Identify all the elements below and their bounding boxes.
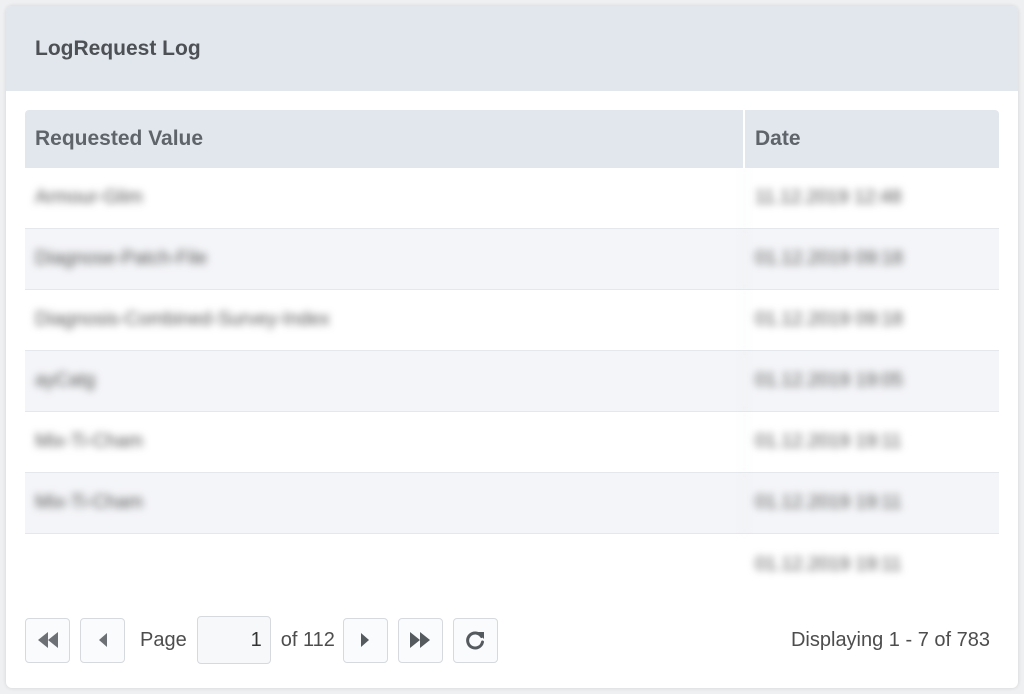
double-chevron-left-icon: [37, 632, 58, 648]
last-page-button[interactable]: [397, 617, 443, 663]
log-grid: Requested Value Date Armour-Glim 11.12.2…: [25, 110, 999, 590]
refresh-icon: [466, 631, 485, 650]
requested-value-cell: [25, 534, 745, 590]
table-row[interactable]: Mix-Ti-Cham 01.12.2019 19:11: [25, 412, 999, 473]
total-pages-label: of 112: [280, 628, 335, 651]
date-cell: 01.12.2019 09:18: [755, 309, 903, 330]
prev-page-button[interactable]: [80, 617, 125, 663]
refresh-button[interactable]: [452, 617, 498, 663]
panel-title: LogRequest Log: [35, 36, 201, 60]
table-row[interactable]: ayCatg 01.12.2019 19:05: [25, 351, 999, 412]
page-label: Page: [140, 628, 187, 651]
date-cell: 01.12.2019 19:05: [755, 370, 903, 391]
requested-value-cell: Diagnose-Patch-File: [25, 229, 745, 289]
grid-header: Requested Value Date: [25, 110, 999, 168]
chevron-right-icon: [361, 633, 370, 647]
double-chevron-right-icon: [410, 632, 431, 648]
panel-header: LogRequest Log: [6, 6, 1018, 91]
paging-toolbar: Page of 112 Displaying 1 - 7 of 783: [25, 616, 999, 664]
date-cell: 01.12.2019 09:18: [755, 248, 903, 269]
requested-value-cell: ayCatg: [25, 351, 745, 411]
table-row[interactable]: Diagnose-Patch-File 01.12.2019 09:18: [25, 229, 999, 290]
requested-value-cell: Diagnosis-Combined-Survey-Index: [25, 290, 745, 350]
date-cell: 01.12.2019 19:11: [755, 431, 902, 452]
column-header-date[interactable]: Date: [745, 110, 999, 168]
requested-value-cell: Armour-Glim: [25, 168, 745, 228]
next-page-button[interactable]: [342, 617, 388, 663]
log-panel: LogRequest Log Requested Value Date Armo…: [6, 6, 1018, 688]
requested-value-cell: Mix-Ti-Cham: [25, 412, 745, 472]
table-row[interactable]: Diagnosis-Combined-Survey-Index 01.12.20…: [25, 290, 999, 351]
date-cell: 01.12.2019 19:11: [755, 492, 902, 513]
chevron-left-icon: [98, 633, 107, 647]
requested-value-cell: Mix-Ti-Cham: [25, 473, 745, 533]
paging-summary: Displaying 1 - 7 of 783: [790, 628, 990, 651]
date-cell: 01.12.2019 19:11: [755, 553, 902, 575]
table-row[interactable]: Mix-Ti-Cham 01.12.2019 19:11: [25, 473, 999, 534]
first-page-button[interactable]: [25, 617, 70, 663]
table-row[interactable]: 01.12.2019 19:11: [25, 534, 999, 590]
table-row[interactable]: Armour-Glim 11.12.2019 12:48: [25, 168, 999, 229]
column-header-requested-value[interactable]: Requested Value: [25, 110, 745, 168]
page-number-input[interactable]: [196, 616, 271, 664]
date-cell: 11.12.2019 12:48: [755, 187, 902, 208]
